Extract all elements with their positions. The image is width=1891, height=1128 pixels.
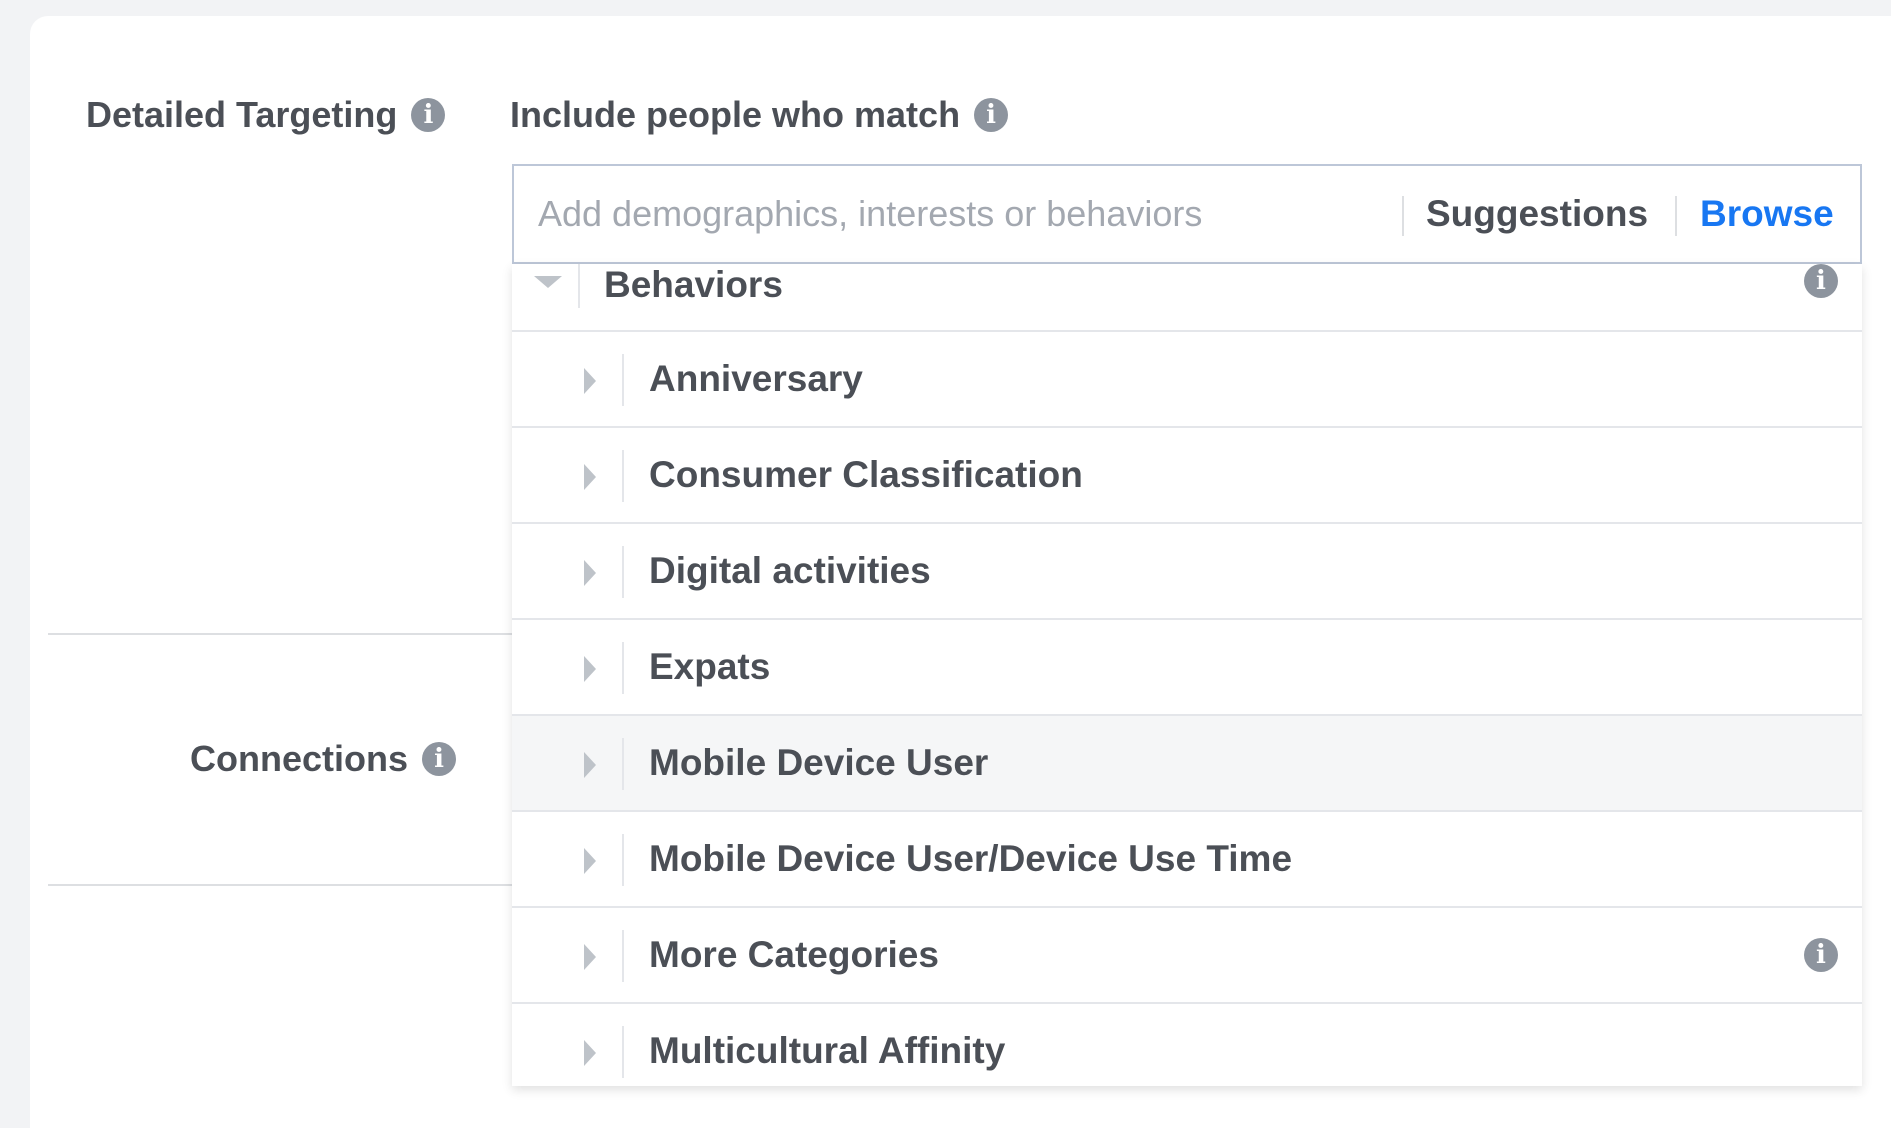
item-divider bbox=[622, 354, 624, 406]
connections-label-row: Connections i bbox=[190, 738, 457, 780]
list-item[interactable]: Digital activities bbox=[512, 524, 1862, 620]
list-item-label: Mobile Device User bbox=[649, 742, 989, 783]
header-divider bbox=[578, 264, 580, 308]
caret-right-icon[interactable] bbox=[584, 848, 596, 874]
item-divider bbox=[622, 1026, 624, 1078]
list-item-label: Mobile Device User/Device Use Time bbox=[649, 838, 1293, 879]
include-label-row: Include people who match i bbox=[510, 94, 1009, 136]
list-item-label: Consumer Classification bbox=[649, 454, 1083, 495]
list-item[interactable]: More Categories i bbox=[512, 908, 1862, 1004]
browse-dropdown: Behaviors i Anniversary Consumer Classif… bbox=[512, 264, 1862, 1086]
browse-button[interactable]: Browse bbox=[1700, 166, 1834, 262]
detailed-targeting-label: Detailed Targeting bbox=[86, 94, 398, 135]
targeting-search-input[interactable]: Add demographics, interests or behaviors bbox=[538, 166, 1202, 262]
list-item[interactable]: Multicultural Affinity bbox=[512, 1004, 1862, 1086]
caret-right-icon[interactable] bbox=[584, 752, 596, 778]
suggestions-button[interactable]: Suggestions bbox=[1426, 166, 1648, 262]
item-divider bbox=[622, 834, 624, 886]
item-divider bbox=[622, 738, 624, 790]
list-item[interactable]: Expats bbox=[512, 620, 1862, 716]
info-icon[interactable]: i bbox=[974, 98, 1009, 132]
item-divider bbox=[622, 546, 624, 598]
info-icon[interactable]: i bbox=[1804, 938, 1838, 972]
list-item-label: Anniversary bbox=[649, 358, 863, 399]
list-item[interactable]: Mobile Device User/Device Use Time bbox=[512, 812, 1862, 908]
search-divider bbox=[1675, 196, 1677, 236]
include-people-label: Include people who match bbox=[510, 94, 961, 135]
list-item-label: More Categories bbox=[649, 934, 939, 975]
caret-right-icon[interactable] bbox=[584, 944, 596, 970]
section-divider bbox=[48, 884, 512, 886]
list-item-label: Expats bbox=[649, 646, 771, 687]
item-divider bbox=[622, 930, 624, 982]
info-icon[interactable]: i bbox=[411, 98, 446, 132]
caret-right-icon[interactable] bbox=[584, 560, 596, 586]
item-divider bbox=[622, 642, 624, 694]
item-divider bbox=[622, 450, 624, 502]
caret-right-icon[interactable] bbox=[584, 656, 596, 682]
list-item[interactable]: Anniversary bbox=[512, 332, 1862, 428]
section-divider bbox=[48, 633, 512, 635]
info-icon[interactable]: i bbox=[422, 742, 457, 776]
caret-right-icon[interactable] bbox=[584, 368, 596, 394]
list-item[interactable]: Consumer Classification bbox=[512, 428, 1862, 524]
list-item-label: Digital activities bbox=[649, 550, 931, 591]
caret-down-icon[interactable] bbox=[534, 276, 562, 288]
category-label: Behaviors bbox=[604, 264, 783, 305]
category-header-behaviors[interactable]: Behaviors i bbox=[512, 264, 1862, 332]
list-item-highlighted[interactable]: Mobile Device User bbox=[512, 716, 1862, 812]
list-item-label: Multicultural Affinity bbox=[649, 1030, 1006, 1071]
targeting-search-box[interactable]: Add demographics, interests or behaviors… bbox=[512, 164, 1862, 264]
detailed-targeting-label-row: Detailed Targeting i bbox=[86, 94, 446, 136]
caret-right-icon[interactable] bbox=[584, 1040, 596, 1066]
info-icon[interactable]: i bbox=[1804, 264, 1838, 298]
connections-label: Connections bbox=[190, 738, 409, 779]
caret-right-icon[interactable] bbox=[584, 464, 596, 490]
search-divider bbox=[1402, 196, 1404, 236]
